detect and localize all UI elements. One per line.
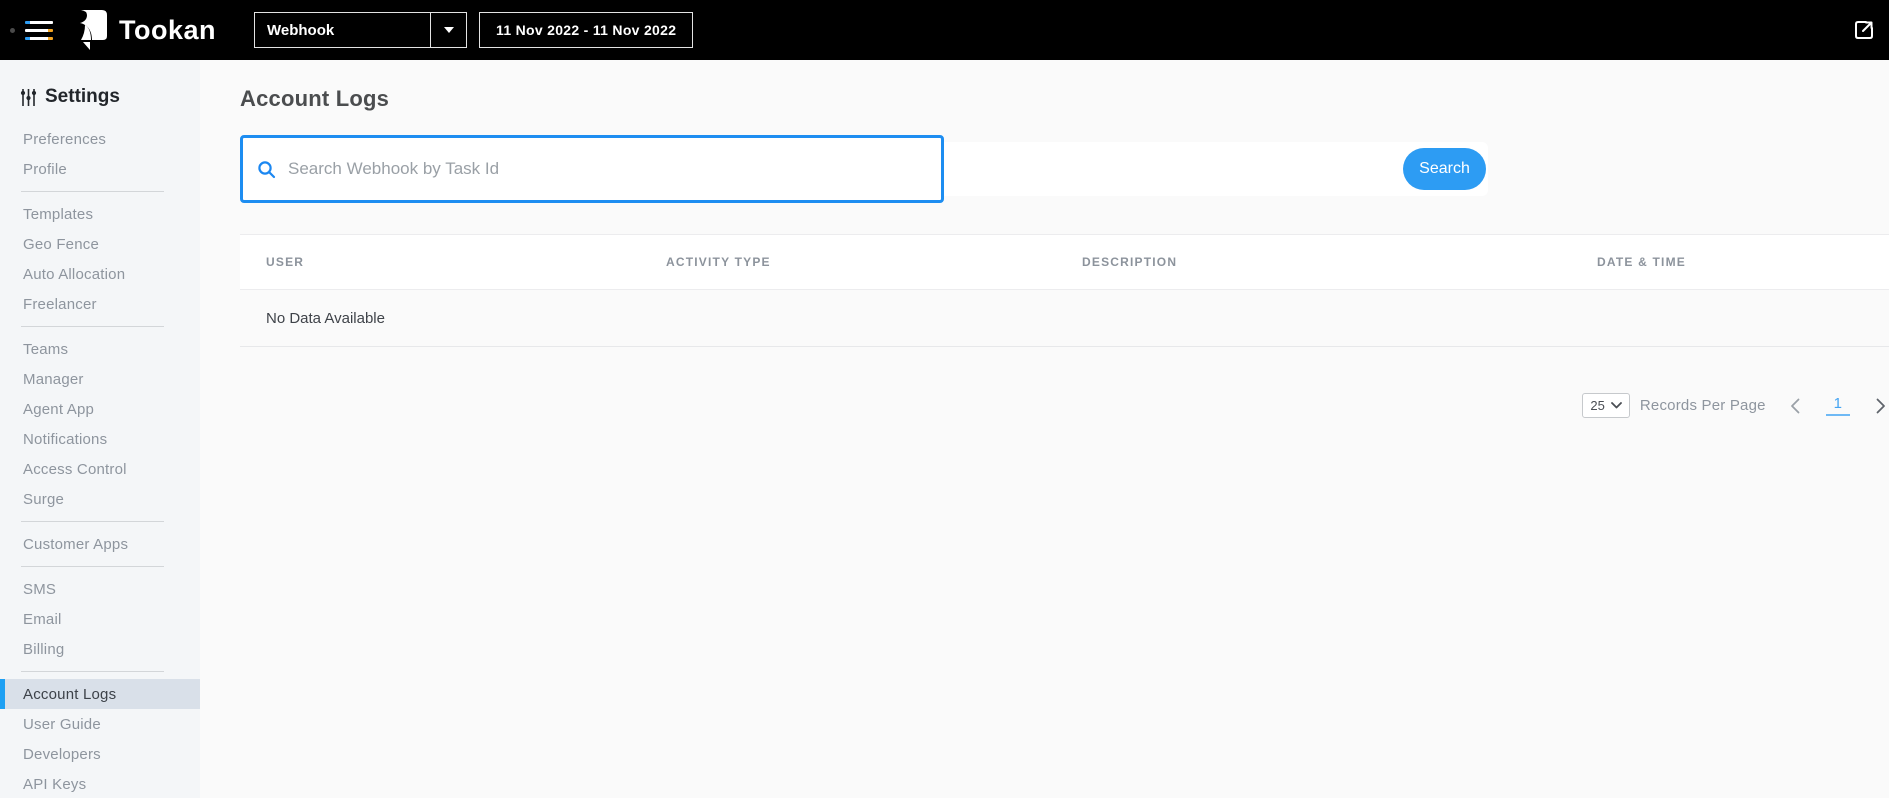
- hamburger-menu-icon[interactable]: [25, 20, 53, 40]
- column-header-date-time: DATE & TIME: [1597, 255, 1686, 269]
- sidebar-item-api-keys[interactable]: API Keys: [0, 769, 200, 798]
- sidebar-item-geo-fence[interactable]: Geo Fence: [0, 229, 200, 259]
- sidebar-item-developers[interactable]: Developers: [0, 739, 200, 769]
- column-header-user: USER: [266, 255, 305, 269]
- date-range-picker[interactable]: 11 Nov 2022 - 11 Nov 2022: [479, 12, 694, 48]
- search-input-box[interactable]: [240, 135, 944, 203]
- table-header-row: USER ACTIVITY TYPE DESCRIPTION DATE & TI…: [240, 234, 1889, 290]
- sidebar-item-surge[interactable]: Surge: [0, 484, 200, 514]
- settings-sidebar: Settings Preferences Profile Templates G…: [0, 60, 200, 798]
- sidebar-divider: [21, 521, 164, 522]
- dropdown-caret-zone[interactable]: [430, 13, 466, 47]
- main-content: Account Logs Search USER ACTIVITY TYPE D…: [200, 60, 1889, 798]
- hamburger-bar: [25, 20, 53, 24]
- previous-page-icon[interactable]: [1790, 398, 1800, 414]
- hamburger-bar: [25, 28, 53, 32]
- search-button[interactable]: Search: [1403, 148, 1486, 190]
- page-title: Account Logs: [240, 86, 390, 111]
- sidebar-item-email[interactable]: Email: [0, 604, 200, 634]
- sidebar-item-access-control[interactable]: Access Control: [0, 454, 200, 484]
- sidebar-item-agent-app[interactable]: Agent App: [0, 394, 200, 424]
- tookan-logo: Tookan: [73, 9, 216, 51]
- sidebar-item-billing[interactable]: Billing: [0, 634, 200, 664]
- sidebar-divider: [21, 566, 164, 567]
- sidebar-item-templates[interactable]: Templates: [0, 199, 200, 229]
- webhook-dropdown-value: Webhook: [267, 21, 335, 39]
- sidebar-item-preferences[interactable]: Preferences: [0, 124, 200, 154]
- sidebar-item-user-guide[interactable]: User Guide: [0, 709, 200, 739]
- sliders-icon: [20, 88, 37, 107]
- sidebar-item-teams[interactable]: Teams: [0, 334, 200, 364]
- hamburger-bar: [25, 36, 53, 40]
- next-page-icon[interactable]: [1876, 398, 1886, 414]
- select-caret-icon: [1610, 402, 1622, 409]
- records-per-page-value: 25: [1590, 398, 1605, 413]
- sidebar-item-freelancer[interactable]: Freelancer: [0, 289, 200, 319]
- account-logs-table: USER ACTIVITY TYPE DESCRIPTION DATE & TI…: [240, 234, 1889, 347]
- sidebar-item-customer-apps[interactable]: Customer Apps: [0, 529, 200, 559]
- search-bar: Search: [240, 135, 1488, 203]
- sidebar-item-sms[interactable]: SMS: [0, 574, 200, 604]
- current-page-number[interactable]: 1: [1825, 395, 1850, 416]
- sidebar-item-notifications[interactable]: Notifications: [0, 424, 200, 454]
- sidebar-item-profile[interactable]: Profile: [0, 154, 200, 184]
- sidebar-divider: [21, 191, 164, 192]
- date-range-value: 11 Nov 2022 - 11 Nov 2022: [496, 22, 677, 38]
- search-input[interactable]: [288, 159, 927, 179]
- sidebar-header: Settings: [0, 60, 200, 114]
- pagination: 25 Records Per Page 1: [240, 393, 1889, 418]
- column-header-activity-type: ACTIVITY TYPE: [666, 255, 771, 269]
- sidebar-item-auto-allocation[interactable]: Auto Allocation: [0, 259, 200, 289]
- sidebar-nav: Preferences Profile Templates Geo Fence …: [0, 124, 200, 798]
- sidebar-divider: [21, 326, 164, 327]
- caret-down-icon: [443, 27, 454, 33]
- no-data-message: No Data Available: [266, 309, 385, 327]
- records-per-page-label: Records Per Page: [1639, 397, 1766, 414]
- webhook-dropdown[interactable]: Webhook: [254, 12, 467, 48]
- drag-dot: [10, 27, 15, 33]
- sidebar-title: Settings: [45, 86, 120, 107]
- sidebar-divider: [21, 671, 164, 672]
- empty-state-row: No Data Available: [240, 290, 1889, 347]
- brand-name: Tookan: [119, 14, 216, 45]
- column-header-description: DESCRIPTION: [1082, 255, 1178, 269]
- search-icon: [257, 160, 276, 179]
- external-link-icon[interactable]: [1853, 19, 1875, 41]
- records-per-page-select[interactable]: 25: [1582, 393, 1630, 418]
- sidebar-item-manager[interactable]: Manager: [0, 364, 200, 394]
- sidebar-item-account-logs[interactable]: Account Logs: [0, 679, 200, 709]
- tookan-bird-icon: [73, 9, 109, 51]
- top-bar: Tookan Webhook 11 Nov 2022 - 11 Nov 2022: [0, 0, 1889, 60]
